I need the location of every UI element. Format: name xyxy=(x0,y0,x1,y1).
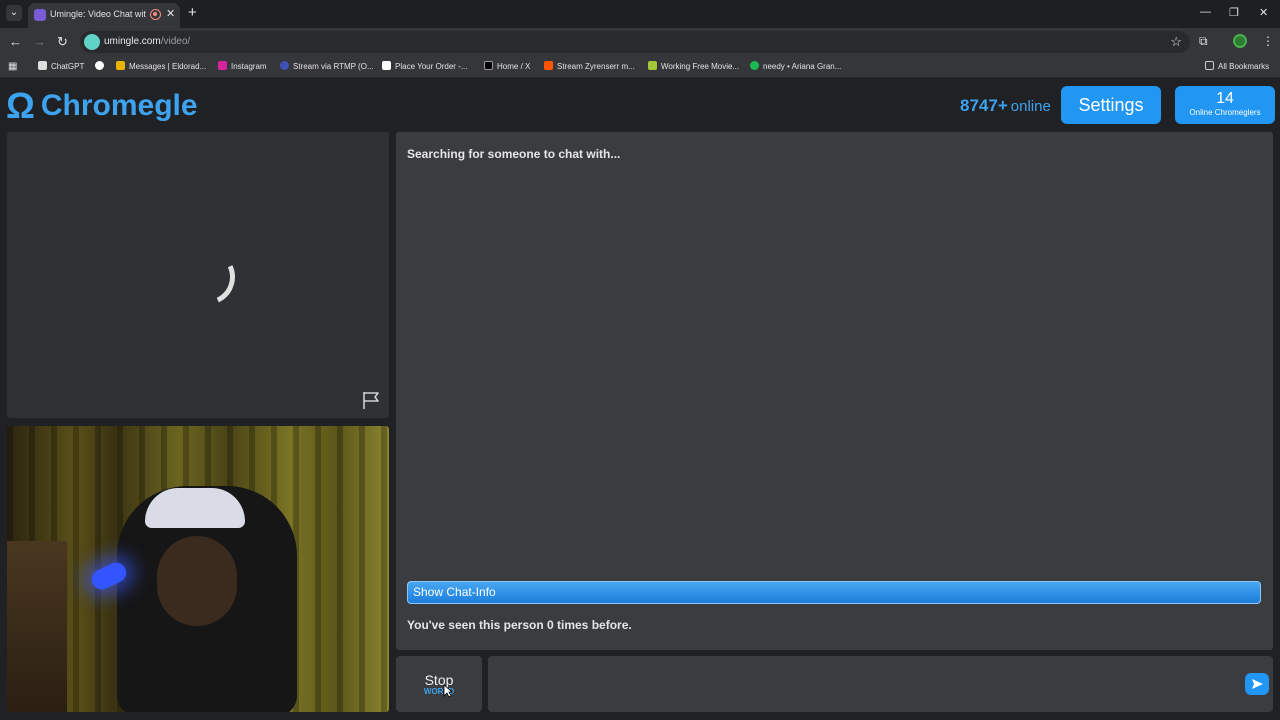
bookmark-star-icon[interactable]: ☆ xyxy=(1170,34,1182,50)
mouse-cursor-icon xyxy=(443,684,453,698)
chromeglers-count: 14 xyxy=(1216,90,1234,107)
recording-indicator-icon xyxy=(150,9,161,20)
online-label: online xyxy=(1010,98,1051,115)
loading-spinner-icon xyxy=(171,241,243,313)
forward-icon[interactable]: → xyxy=(33,34,46,49)
profile-avatar[interactable] xyxy=(1233,34,1247,48)
bookmark-item[interactable] xyxy=(95,61,108,71)
stop-label: Stop xyxy=(424,672,454,688)
bookmark-item[interactable]: needy • Ariana Gran... xyxy=(750,61,841,71)
settings-button[interactable]: Settings xyxy=(1061,86,1161,124)
online-count: 8747 xyxy=(960,96,998,115)
chromegle-page: Ω Chromegle 8747+ online Settings 14 Onli… xyxy=(0,80,1280,720)
self-video xyxy=(7,426,389,712)
back-icon[interactable]: ← xyxy=(9,34,22,49)
umingle-favicon-icon xyxy=(34,9,46,21)
stop-mode-label: WORLD xyxy=(423,687,455,696)
chat-log: Searching for someone to chat with... Sh… xyxy=(396,132,1273,650)
reload-icon[interactable]: ↻ xyxy=(57,34,68,50)
url-text: umingle.com/video/ xyxy=(104,36,191,47)
logo-text: Chromegle xyxy=(40,89,198,122)
browser-tab-active[interactable]: Umingle: Video Chat with S ✕ xyxy=(28,3,180,28)
restore-icon[interactable]: ❐ xyxy=(1229,6,1239,19)
chat-status: Searching for someone to chat with... xyxy=(407,147,621,161)
new-tab-icon[interactable]: + xyxy=(188,4,197,21)
extensions-icon[interactable]: ⧉ xyxy=(1199,34,1208,49)
minimize-icon[interactable]: — xyxy=(1200,6,1211,18)
browser-menu-icon[interactable]: ⋮ xyxy=(1262,34,1274,48)
address-bar[interactable]: umingle.com/video/ ☆ xyxy=(80,31,1190,53)
stranger-video xyxy=(7,132,389,418)
chromeglers-label: Online Chromeglers xyxy=(1189,108,1261,117)
apps-grid-icon[interactable]: ▦ xyxy=(8,61,17,72)
online-chromeglers-button[interactable]: 14 Online Chromeglers xyxy=(1175,86,1275,124)
omega-logo-icon: Ω xyxy=(6,85,35,126)
browser-tabstrip: ⌄ Umingle: Video Chat with S ✕ + — ❐ ✕ xyxy=(0,0,1280,28)
tab-search-icon[interactable]: ⌄ xyxy=(6,5,22,21)
seen-count-text: You've seen this person 0 times before. xyxy=(407,618,632,632)
bookmark-item[interactable]: Home / X xyxy=(484,61,530,71)
tab-close-icon[interactable]: ✕ xyxy=(166,7,175,20)
window-close-icon[interactable]: ✕ xyxy=(1259,6,1268,19)
bookmark-item[interactable]: Stream Zyrenserr m... xyxy=(544,61,635,71)
send-button[interactable] xyxy=(1245,673,1269,695)
bookmark-item[interactable]: Messages | Eldorad... xyxy=(116,61,206,71)
site-info-icon[interactable] xyxy=(84,34,100,50)
send-arrow-icon xyxy=(1252,679,1263,689)
bookmark-item[interactable]: Instagram xyxy=(218,61,267,71)
all-bookmarks-folder[interactable]: All Bookmarks xyxy=(1205,61,1269,71)
bookmark-item[interactable]: Working Free Movie... xyxy=(648,61,739,71)
bookmark-item[interactable]: Place Your Order -... xyxy=(382,61,467,71)
bookmark-item[interactable]: Stream via RTMP (O... xyxy=(280,61,374,71)
show-chat-info-button[interactable]: Show Chat-Info xyxy=(407,581,1261,604)
online-counter: 8747+ online xyxy=(960,96,1051,115)
message-input[interactable] xyxy=(488,656,1273,712)
flag-icon[interactable] xyxy=(361,390,381,410)
bookmarks-bar: ▦ ChatGPT Messages | Eldorad... Instagra… xyxy=(0,56,1280,78)
bookmark-item[interactable]: ChatGPT xyxy=(38,61,84,71)
logo[interactable]: Ω Chromegle xyxy=(6,86,198,126)
stop-button[interactable]: Stop WORLD xyxy=(396,656,482,712)
browser-toolbar: ← → ↻ umingle.com/video/ ☆ ⧉ ⋮ xyxy=(0,28,1280,56)
tab-title: Umingle: Video Chat with S xyxy=(50,9,146,19)
